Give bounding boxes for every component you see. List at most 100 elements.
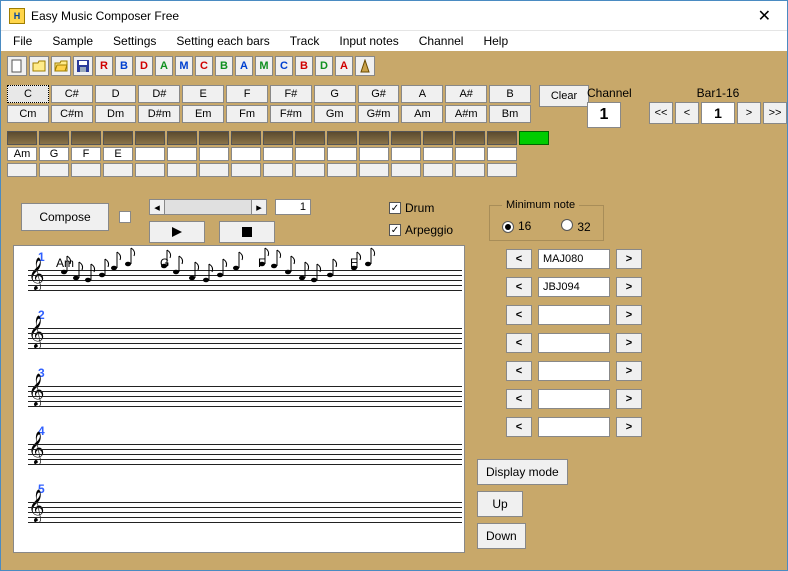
preset-prev-button[interactable]: <: [506, 249, 532, 269]
compose-button[interactable]: Compose: [21, 203, 109, 231]
play-button[interactable]: [149, 221, 205, 243]
preset-input[interactable]: MAJ080: [538, 249, 610, 269]
compose-checkbox[interactable]: [119, 211, 131, 223]
bar-first-button[interactable]: <<: [649, 102, 673, 124]
slot-bottom[interactable]: [199, 163, 229, 177]
channel-value[interactable]: 1: [587, 102, 621, 128]
bar-value[interactable]: 1: [701, 102, 735, 124]
slot-bottom[interactable]: [231, 163, 261, 177]
slot-value[interactable]: [199, 147, 229, 161]
preset-prev-button[interactable]: <: [506, 361, 532, 381]
open2-icon[interactable]: [51, 56, 71, 76]
slot-value[interactable]: [231, 147, 261, 161]
chord-gsharp[interactable]: G#: [358, 85, 400, 103]
menu-input-notes[interactable]: Input notes: [331, 32, 406, 50]
slot-cap[interactable]: [423, 131, 453, 145]
menu-sample[interactable]: Sample: [44, 32, 101, 50]
open-icon[interactable]: [29, 56, 49, 76]
preset-prev-button[interactable]: <: [506, 389, 532, 409]
chord-csharp[interactable]: C#: [51, 85, 93, 103]
slot-bottom[interactable]: [359, 163, 389, 177]
preset-prev-button[interactable]: <: [506, 333, 532, 353]
preset-next-button[interactable]: >: [616, 389, 642, 409]
drum-checkbox[interactable]: ✓Drum: [389, 201, 453, 215]
pattern-button-7[interactable]: A: [235, 56, 253, 76]
preset-next-button[interactable]: >: [616, 277, 642, 297]
min-note-16[interactable]: 16: [502, 219, 531, 234]
pattern-button-8[interactable]: M: [255, 56, 273, 76]
preset-next-button[interactable]: >: [616, 305, 642, 325]
save-icon[interactable]: [73, 56, 93, 76]
slot-value[interactable]: Am: [7, 147, 37, 161]
clear-button[interactable]: Clear: [539, 85, 589, 107]
preset-prev-button[interactable]: <: [506, 305, 532, 325]
pattern-button-6[interactable]: B: [215, 56, 233, 76]
position-scrollbar[interactable]: ◂ ▸: [149, 199, 267, 215]
chord-dsharp[interactable]: D#: [138, 85, 180, 103]
preset-input[interactable]: [538, 361, 610, 381]
up-button[interactable]: Up: [477, 491, 523, 517]
slot-bottom[interactable]: [327, 163, 357, 177]
chord-gm[interactable]: Gm: [314, 105, 356, 123]
slot-cap[interactable]: [135, 131, 165, 145]
slot-cap[interactable]: [103, 131, 133, 145]
slot-cap[interactable]: [199, 131, 229, 145]
pattern-button-12[interactable]: A: [335, 56, 353, 76]
bar-last-button[interactable]: >>: [763, 102, 787, 124]
slot-value[interactable]: [359, 147, 389, 161]
slot-bottom[interactable]: [7, 163, 37, 177]
slot-cap[interactable]: [455, 131, 485, 145]
slot-value[interactable]: F: [71, 147, 101, 161]
slot-bottom[interactable]: [455, 163, 485, 177]
chord-cm[interactable]: Cm: [7, 105, 49, 123]
chord-fm[interactable]: Fm: [226, 105, 268, 123]
preset-input[interactable]: [538, 389, 610, 409]
slot-bottom[interactable]: [391, 163, 421, 177]
slot-bottom[interactable]: [135, 163, 165, 177]
stop-button[interactable]: [219, 221, 275, 243]
pattern-button-2[interactable]: D: [135, 56, 153, 76]
chord-g[interactable]: G: [314, 85, 356, 103]
menu-track[interactable]: Track: [282, 32, 328, 50]
slot-bottom[interactable]: [263, 163, 293, 177]
preset-next-button[interactable]: >: [616, 333, 642, 353]
preset-prev-button[interactable]: <: [506, 417, 532, 437]
chord-f[interactable]: F: [226, 85, 268, 103]
slot-cap[interactable]: [7, 131, 37, 145]
pattern-button-4[interactable]: M: [175, 56, 193, 76]
slot-bottom[interactable]: [487, 163, 517, 177]
arpeggio-checkbox[interactable]: ✓Arpeggio: [389, 223, 453, 237]
chord-b[interactable]: B: [489, 85, 531, 103]
slot-value[interactable]: [263, 147, 293, 161]
slot-value[interactable]: [423, 147, 453, 161]
preset-input[interactable]: [538, 333, 610, 353]
slot-cap[interactable]: [487, 131, 517, 145]
slot-cap[interactable]: [359, 131, 389, 145]
down-button[interactable]: Down: [477, 523, 526, 549]
menu-help[interactable]: Help: [475, 32, 516, 50]
pattern-button-0[interactable]: R: [95, 56, 113, 76]
menu-settings[interactable]: Settings: [105, 32, 164, 50]
slot-cap[interactable]: [295, 131, 325, 145]
new-icon[interactable]: [7, 56, 27, 76]
chord-dm[interactable]: Dm: [95, 105, 137, 123]
pattern-button-11[interactable]: D: [315, 56, 333, 76]
chord-d[interactable]: D: [95, 85, 137, 103]
metronome-icon[interactable]: [355, 56, 375, 76]
preset-input[interactable]: [538, 417, 610, 437]
chord-dsharpm[interactable]: D#m: [138, 105, 180, 123]
min-note-32[interactable]: 32: [561, 219, 590, 234]
preset-next-button[interactable]: >: [616, 249, 642, 269]
chord-fsharpm[interactable]: F#m: [270, 105, 312, 123]
slot-bottom[interactable]: [39, 163, 69, 177]
pattern-button-9[interactable]: C: [275, 56, 293, 76]
position-value[interactable]: 1: [275, 199, 311, 215]
slot-bottom[interactable]: [167, 163, 197, 177]
chord-asharpm[interactable]: A#m: [445, 105, 487, 123]
slot-value[interactable]: [327, 147, 357, 161]
scroll-left-icon[interactable]: ◂: [149, 199, 165, 215]
slot-value[interactable]: [487, 147, 517, 161]
slot-value[interactable]: G: [39, 147, 69, 161]
preset-prev-button[interactable]: <: [506, 277, 532, 297]
slot-cap[interactable]: [391, 131, 421, 145]
